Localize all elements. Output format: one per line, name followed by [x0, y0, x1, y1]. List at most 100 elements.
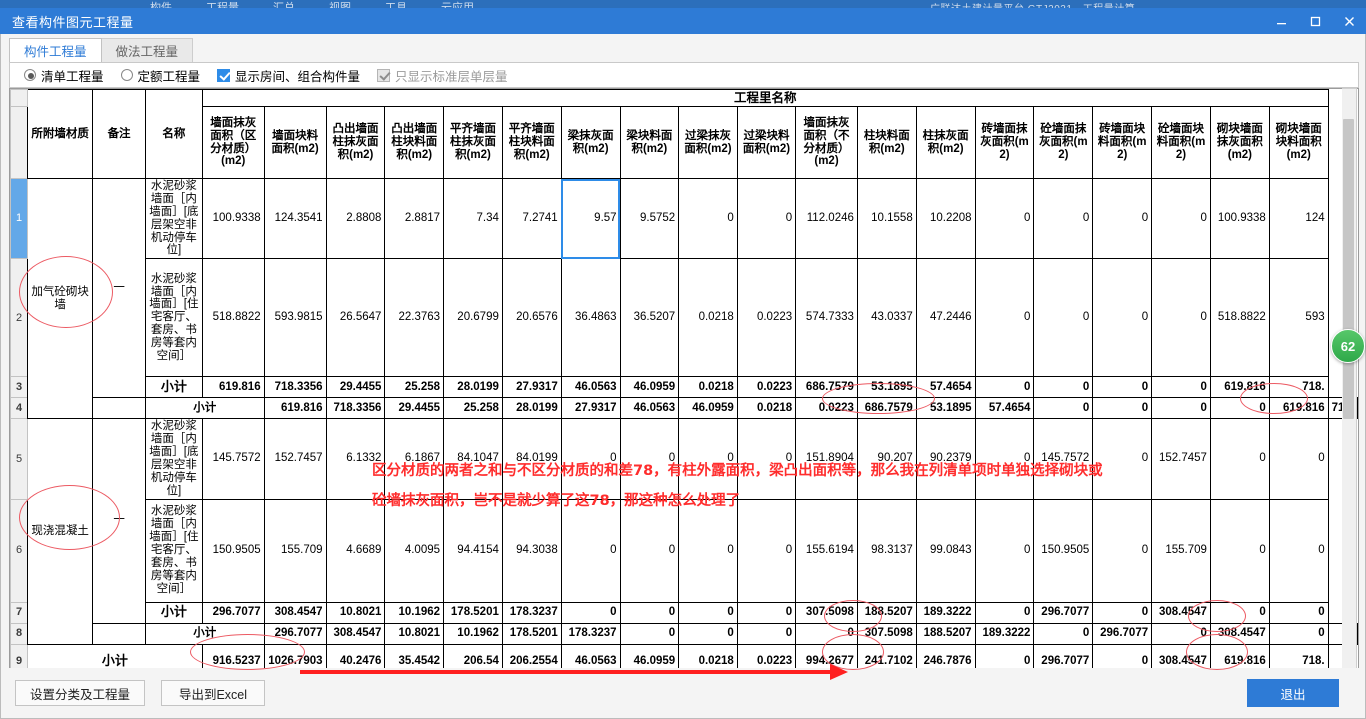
- table-row[interactable]: 2 水泥砂浆墙面［内墙面］[住宅客厅、套房、书房等套内空间］ 518.8822 593…: [10, 258, 1358, 378]
- cell-value[interactable]: 7.2741: [501, 177, 562, 260]
- cell-value[interactable]: 619.816: [263, 397, 327, 420]
- cell-value[interactable]: 686.7579: [795, 376, 858, 399]
- col-header-8[interactable]: 过梁抹灰面积(m2): [678, 106, 738, 179]
- cell-remark[interactable]: 一: [92, 177, 146, 399]
- cell-value[interactable]: 0: [1151, 177, 1211, 260]
- cell-value[interactable]: 0: [619, 601, 680, 624]
- close-icon[interactable]: [1332, 8, 1366, 34]
- cell-value[interactable]: 518.8822: [201, 258, 265, 378]
- cell-value[interactable]: 0.0223: [736, 376, 797, 399]
- cell-value[interactable]: 0: [1209, 418, 1270, 500]
- cell-value[interactable]: 46.0959: [678, 397, 738, 420]
- checkbox-show-rooms[interactable]: 显示房间、组合构件量: [217, 66, 360, 85]
- export-excel-button[interactable]: 导出到Excel: [161, 680, 266, 706]
- cell-value[interactable]: 0.0218: [678, 376, 738, 399]
- cell-value[interactable]: 0: [678, 622, 738, 645]
- cell-value[interactable]: 124: [1268, 177, 1329, 260]
- cell-value[interactable]: 593.9815: [263, 258, 327, 378]
- cell-value[interactable]: 0: [1209, 498, 1270, 603]
- col-header-17[interactable]: 砌块墙面抹灰面积(m2): [1209, 106, 1270, 179]
- cell-value[interactable]: 46.0959: [619, 376, 680, 399]
- cell-value[interactable]: 619.816: [1268, 397, 1329, 420]
- col-header-12[interactable]: 柱抹灰面积(m2): [915, 106, 976, 179]
- cell-value[interactable]: 99.0843: [915, 498, 976, 603]
- cell-value[interactable]: 619.816: [201, 376, 265, 399]
- cell-value[interactable]: 155.6194: [795, 498, 858, 603]
- row-header[interactable]: 7: [10, 601, 28, 624]
- cell-value[interactable]: 20.6576: [501, 258, 562, 378]
- cell-value[interactable]: 36.5207: [619, 258, 680, 378]
- cell-value[interactable]: 57.4654: [974, 397, 1035, 420]
- cell-value[interactable]: 43.0337: [856, 258, 917, 378]
- cell-value[interactable]: 145.7572: [201, 418, 265, 500]
- col-header-11[interactable]: 柱块料面积(m2): [856, 106, 917, 179]
- cell-value[interactable]: 178.5201: [501, 622, 562, 645]
- col-header-13[interactable]: 砖墙面抹灰面积(m2): [974, 106, 1035, 179]
- cell-value[interactable]: 0: [974, 177, 1035, 260]
- cell-value[interactable]: 0: [736, 498, 797, 603]
- cell-value[interactable]: 0: [1151, 622, 1211, 645]
- row-subtotal-label[interactable]: 小计: [144, 397, 265, 420]
- cell-value[interactable]: 2.8808: [325, 177, 386, 260]
- cell-value[interactable]: 84.1047: [443, 418, 503, 500]
- cell-value[interactable]: 4.6689: [325, 498, 386, 603]
- cell-value[interactable]: 296.7077: [201, 601, 265, 624]
- cell-value[interactable]: 0: [974, 258, 1035, 378]
- cell-value[interactable]: 0.0223: [795, 397, 858, 420]
- cell-value[interactable]: 46.0563: [560, 376, 621, 399]
- cell-value[interactable]: 0: [1033, 376, 1094, 399]
- cell-value[interactable]: 0: [736, 177, 797, 260]
- cell-value[interactable]: 28.0199: [443, 376, 503, 399]
- floating-badge[interactable]: 62: [1331, 329, 1365, 363]
- minimize-icon[interactable]: [1264, 8, 1298, 34]
- cell-value[interactable]: 0: [678, 418, 738, 500]
- cell-value[interactable]: 0: [1151, 397, 1211, 420]
- col-header-name[interactable]: 名称: [144, 89, 203, 179]
- cell-value[interactable]: 0: [560, 418, 621, 500]
- row-subtotal-label[interactable]: 小计: [144, 622, 265, 645]
- cell-value[interactable]: 145.7572: [1033, 418, 1094, 500]
- table-row[interactable]: 4 小计 619.816 718.3356 29.4455 25.258 28.0199 27…: [10, 397, 1358, 420]
- cell-value[interactable]: 188.5207: [915, 622, 976, 645]
- cell-name[interactable]: 水泥砂浆墙面［内墙面］[底层架空非机动停车位]: [144, 418, 203, 500]
- cell-value[interactable]: 0: [974, 601, 1035, 624]
- cell-value[interactable]: 0: [1209, 397, 1270, 420]
- cell-value[interactable]: 0: [619, 622, 680, 645]
- row-header[interactable]: 2: [10, 258, 28, 378]
- col-header-10[interactable]: 墙面抹灰面积（不分材质）(m2): [795, 106, 858, 179]
- cell-value[interactable]: 0: [619, 418, 680, 500]
- cell-value[interactable]: 574.7333: [795, 258, 858, 378]
- cell-value[interactable]: 22.3763: [384, 258, 445, 378]
- cell-value[interactable]: 296.7077: [1033, 601, 1094, 624]
- cell-value[interactable]: 189.3222: [915, 601, 976, 624]
- col-header-9[interactable]: 过梁块料面积(m2): [736, 106, 797, 179]
- cell-name[interactable]: 水泥砂浆墙面［内墙面］[住宅客厅、套房、书房等套内空间］: [144, 498, 203, 603]
- cell-value[interactable]: 29.4455: [384, 397, 445, 420]
- col-header-15[interactable]: 砖墙面块料面积(m2): [1092, 106, 1153, 179]
- col-header-2[interactable]: 凸出墙面柱抹灰面积(m2): [325, 106, 386, 179]
- cell-value[interactable]: 0: [1092, 397, 1153, 420]
- col-header-16[interactable]: 砼墙面块料面积(m2): [1151, 106, 1211, 179]
- cell-value[interactable]: 4.0095: [384, 498, 445, 603]
- cell-value[interactable]: 124.3541: [263, 177, 327, 260]
- cell-value[interactable]: 6.1867: [384, 418, 445, 500]
- row-header[interactable]: 3: [10, 376, 28, 399]
- cell-value[interactable]: 10.2208: [915, 177, 976, 260]
- cell-value[interactable]: 0: [560, 498, 621, 603]
- cell-value[interactable]: 57.4654: [915, 376, 976, 399]
- cell-value[interactable]: 0: [1033, 397, 1094, 420]
- col-header-material[interactable]: 所附墙材质: [26, 89, 94, 179]
- cell-value[interactable]: 718.3356: [325, 397, 386, 420]
- table-row[interactable]: 5 现浇混凝土一水泥砂浆墙面［内墙面］[底层架空非机动停车位] 145.7572 15…: [10, 418, 1358, 645]
- cell-value[interactable]: 0: [1033, 622, 1094, 645]
- cell-value[interactable]: 27.9317: [501, 376, 562, 399]
- row-header[interactable]: 6: [10, 498, 28, 603]
- cell-value[interactable]: 308.4547: [1151, 601, 1211, 624]
- cell-value[interactable]: 10.8021: [384, 622, 445, 645]
- cell-value[interactable]: 593: [1268, 258, 1329, 378]
- cell-value[interactable]: 0: [736, 622, 797, 645]
- cell-value[interactable]: 112.0246: [795, 177, 858, 260]
- cell-value[interactable]: 9.5752: [619, 177, 680, 260]
- cell-value[interactable]: 0: [1033, 258, 1094, 378]
- cell-remark[interactable]: 一: [92, 418, 146, 624]
